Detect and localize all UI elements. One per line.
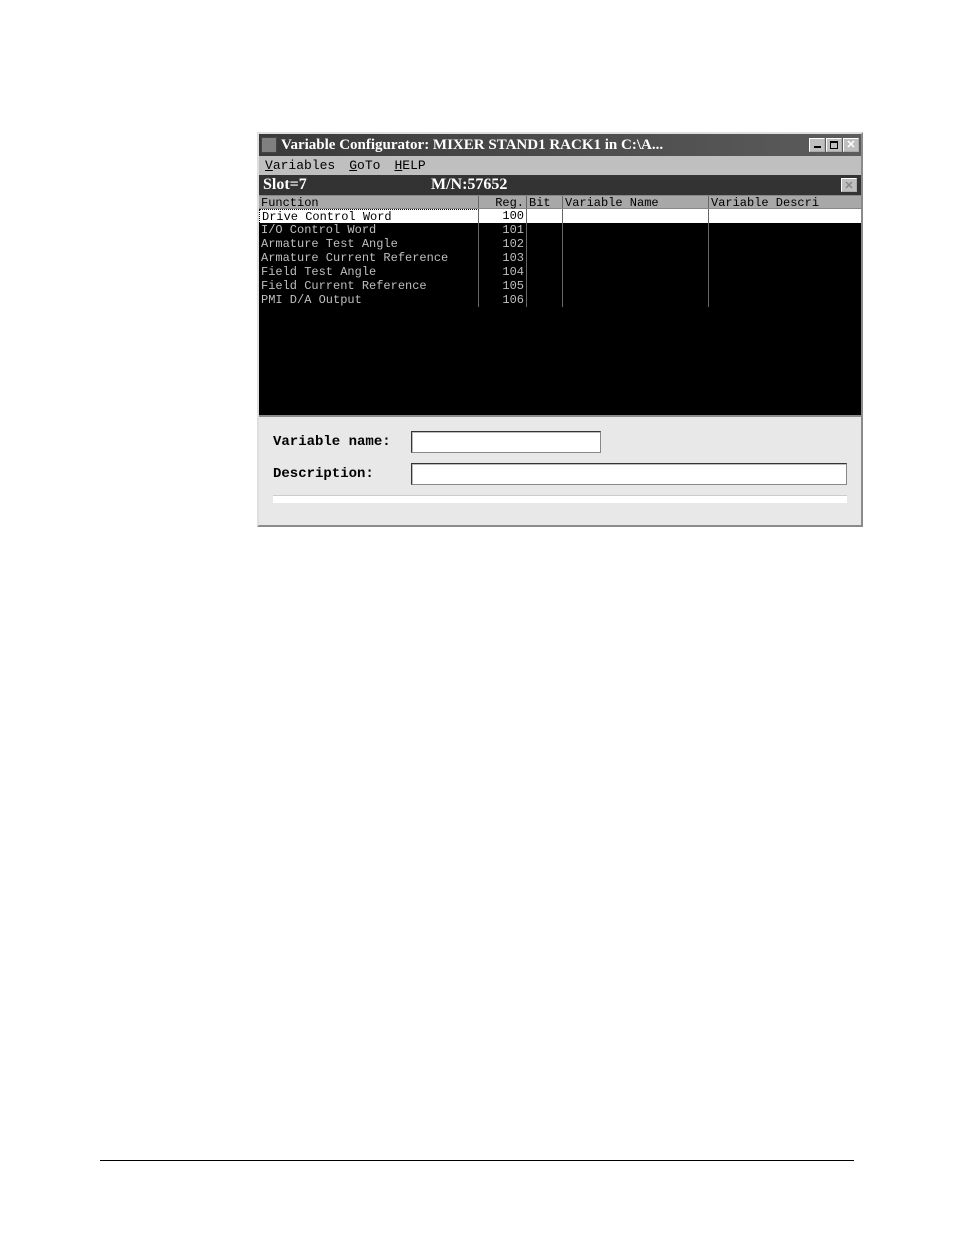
window-controls: ✕ — [809, 138, 859, 152]
cell-function: PMI D/A Output — [259, 293, 479, 307]
bottom-strip — [273, 495, 847, 503]
description-label: Description: — [273, 466, 411, 482]
col-header-function: Function — [259, 196, 479, 208]
close-button[interactable]: ✕ — [843, 138, 859, 152]
cell-function: I/O Control Word — [259, 223, 479, 237]
cell-bit — [527, 209, 563, 223]
col-header-varname: Variable Name — [563, 196, 709, 208]
table-row[interactable]: Field Current Reference105 — [259, 279, 861, 293]
cell-reg: 106 — [479, 293, 527, 307]
table-row[interactable]: Armature Current Reference103 — [259, 251, 861, 265]
cell-reg: 100 — [479, 209, 527, 223]
form-row-varname: Variable name: — [273, 431, 847, 453]
cell-varname — [563, 265, 709, 279]
infobar: Slot=7 M/N:57652 ✕ — [259, 175, 861, 195]
footer-line — [100, 1160, 854, 1161]
cell-vardesc — [709, 223, 861, 237]
cell-varname — [563, 209, 709, 223]
sub-close-button[interactable]: ✕ — [841, 178, 857, 192]
cell-bit — [527, 293, 563, 307]
cell-function: Field Test Angle — [259, 265, 479, 279]
table-body[interactable]: Drive Control Word100I/O Control Word101… — [259, 209, 861, 415]
col-header-reg: Reg. — [479, 196, 527, 208]
cell-reg: 103 — [479, 251, 527, 265]
maximize-button[interactable] — [826, 138, 842, 152]
cell-bit — [527, 279, 563, 293]
menu-goto[interactable]: GoTo — [349, 158, 380, 173]
cell-vardesc — [709, 265, 861, 279]
cell-function: Drive Control Word — [259, 209, 479, 223]
cell-varname — [563, 293, 709, 307]
menubar: Variables GoTo HELP — [259, 156, 861, 175]
cell-bit — [527, 251, 563, 265]
minimize-button[interactable] — [809, 138, 825, 152]
cell-reg: 101 — [479, 223, 527, 237]
minimize-icon — [814, 146, 821, 148]
table-header: Function Reg. Bit Variable Name Variable… — [259, 195, 861, 209]
cell-bit — [527, 265, 563, 279]
titlebar[interactable]: Variable Configurator: MIXER STAND1 RACK… — [259, 134, 861, 156]
table-row[interactable]: I/O Control Word101 — [259, 223, 861, 237]
description-input[interactable] — [411, 463, 847, 485]
cell-varname — [563, 251, 709, 265]
cell-varname — [563, 279, 709, 293]
slot-label: Slot=7 — [263, 176, 431, 194]
cell-function: Armature Test Angle — [259, 237, 479, 251]
maximize-icon — [830, 141, 838, 149]
table-row[interactable]: Armature Test Angle102 — [259, 237, 861, 251]
cell-function: Field Current Reference — [259, 279, 479, 293]
cell-varname — [563, 223, 709, 237]
close-icon: ✕ — [846, 140, 855, 151]
cell-vardesc — [709, 237, 861, 251]
cell-function: Armature Current Reference — [259, 251, 479, 265]
varname-input[interactable] — [411, 431, 601, 453]
form-area: Variable name: Description: — [259, 415, 861, 525]
cell-bit — [527, 223, 563, 237]
varname-label: Variable name: — [273, 434, 411, 450]
mn-label: M/N:57652 — [431, 176, 841, 194]
cell-reg: 105 — [479, 279, 527, 293]
close-icon: ✕ — [844, 179, 853, 192]
cell-vardesc — [709, 251, 861, 265]
window: Variable Configurator: MIXER STAND1 RACK… — [257, 132, 863, 527]
cell-bit — [527, 237, 563, 251]
app-icon — [261, 137, 277, 153]
cell-varname — [563, 237, 709, 251]
cell-reg: 104 — [479, 265, 527, 279]
cell-reg: 102 — [479, 237, 527, 251]
table-row[interactable]: Drive Control Word100 — [259, 209, 861, 223]
form-row-description: Description: — [273, 463, 847, 485]
col-header-bit: Bit — [527, 196, 563, 208]
table-row[interactable]: PMI D/A Output106 — [259, 293, 861, 307]
col-header-vardesc: Variable Descri — [709, 196, 861, 208]
menu-variables[interactable]: Variables — [265, 158, 335, 173]
table-row[interactable]: Field Test Angle104 — [259, 265, 861, 279]
cell-vardesc — [709, 279, 861, 293]
cell-vardesc — [709, 293, 861, 307]
window-title: Variable Configurator: MIXER STAND1 RACK… — [281, 137, 809, 154]
cell-vardesc — [709, 209, 861, 223]
menu-help[interactable]: HELP — [394, 158, 425, 173]
